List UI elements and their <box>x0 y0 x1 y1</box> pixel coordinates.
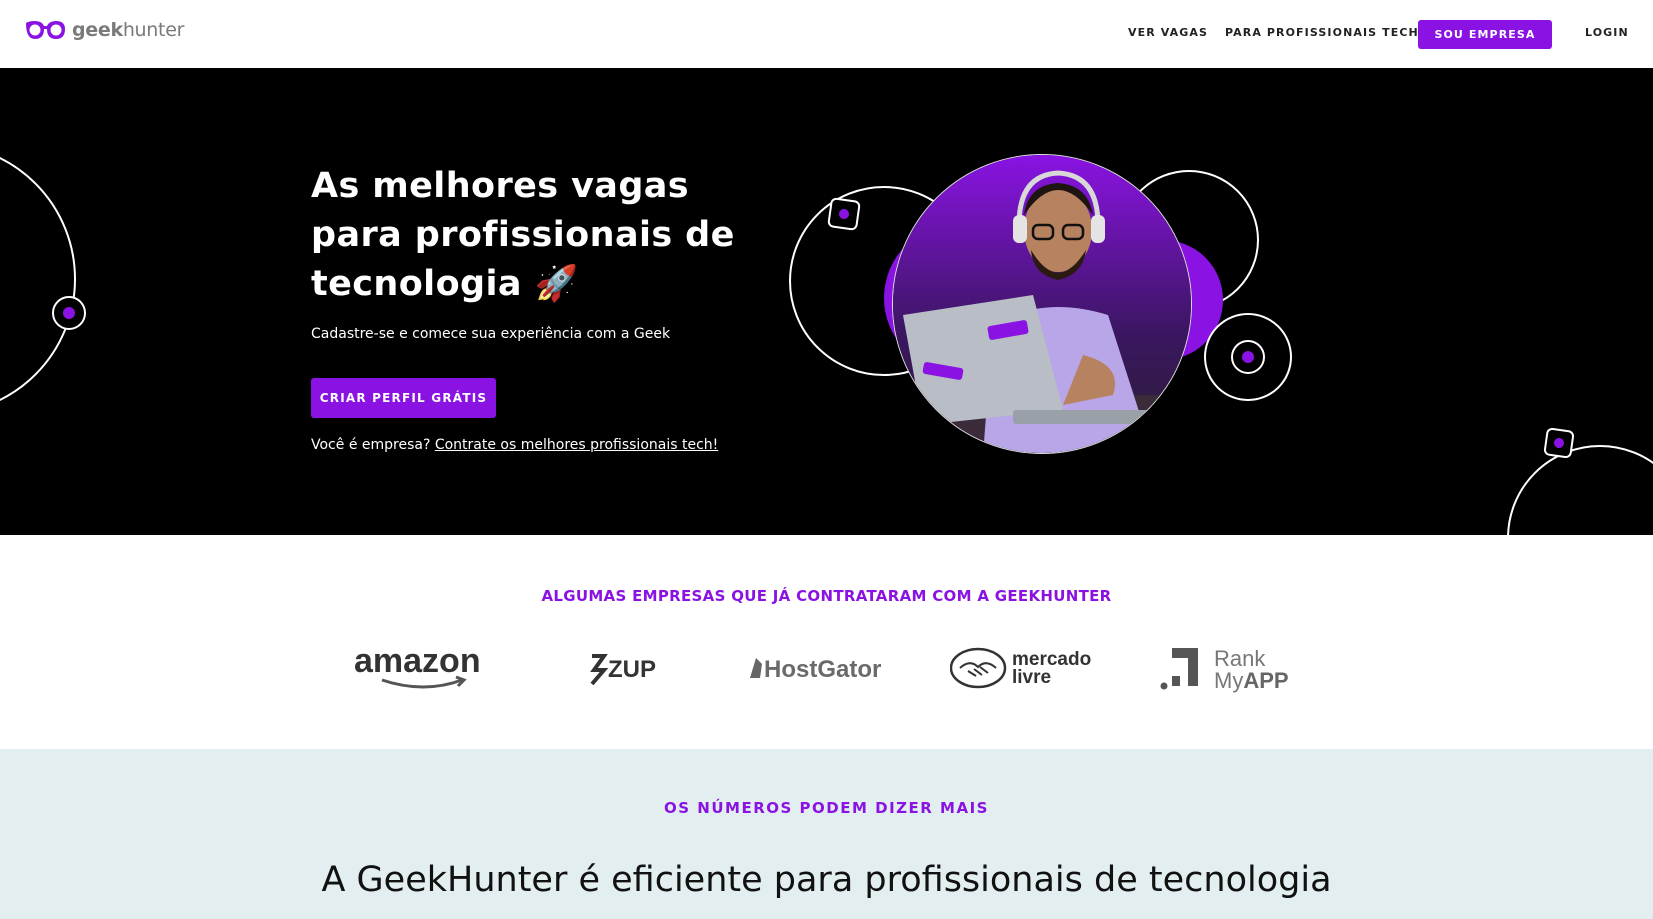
mercado-livre-logo: mercado livre <box>950 643 1102 693</box>
nav-link-profissionais-tech[interactable]: PARA PROFISSIONAIS TECH <box>1225 26 1419 39</box>
amazon-logo: amazon <box>354 643 486 693</box>
hostgator-logo-icon: HostGator <box>750 656 881 683</box>
top-navbar: geekhunter VER VAGAS PARA PROFISSIONAIS … <box>0 0 1653 68</box>
nav-link-ver-vagas[interactable]: VER VAGAS <box>1128 26 1208 39</box>
zup-logo-icon: ZUP <box>590 654 656 686</box>
numbers-section: OS NÚMEROS PODEM DIZER MAIS A GeekHunter… <box>0 749 1653 919</box>
brand-name: geekhunter <box>72 19 185 41</box>
rankmyapp-logo-icon: Rank MyAPP <box>1160 646 1289 693</box>
hero-subtitle: Cadastre-se e comece sua experiência com… <box>311 326 671 342</box>
geekhunter-logo-icon <box>26 21 65 39</box>
hire-talent-link[interactable]: Contrate os melhores profissionais tech! <box>435 437 718 453</box>
mercado-livre-logo-icon: mercado livre <box>950 647 1091 689</box>
svg-text:ZUP: ZUP <box>608 656 656 683</box>
rankmyapp-logo: Rank MyAPP <box>1158 643 1296 693</box>
svg-text:MyAPP: MyAPP <box>1214 668 1289 693</box>
svg-text:HostGator: HostGator <box>764 656 881 683</box>
person-with-laptop-illustration <box>893 155 1191 453</box>
sou-empresa-button[interactable]: SOU EMPRESA <box>1418 20 1552 49</box>
numbers-kicker: OS NÚMEROS PODEM DIZER MAIS <box>664 799 989 817</box>
hero-section: As melhores vagas para profissionais de … <box>0 68 1653 535</box>
amazon-logo-icon: amazon <box>354 644 481 689</box>
hero-person-photo <box>892 154 1192 454</box>
svg-text:livre: livre <box>1012 667 1051 688</box>
clients-section: ALGUMAS EMPRESAS QUE JÁ CONTRATARAM COM … <box>0 535 1653 749</box>
create-profile-button[interactable]: CRIAR PERFIL GRÁTIS <box>311 378 496 418</box>
numbers-title: A GeekHunter é eficiente para profission… <box>321 860 1332 900</box>
geekhunter-logo[interactable]: geekhunter <box>23 17 184 43</box>
hero-company-line: Você é empresa? Contrate os melhores pro… <box>311 437 718 453</box>
hero-decoration <box>0 156 1653 535</box>
zup-logo: ZUP <box>586 643 658 693</box>
login-link[interactable]: LOGIN <box>1585 26 1629 39</box>
clients-title: ALGUMAS EMPRESAS QUE JÁ CONTRATARAM COM … <box>541 587 1112 605</box>
company-prompt: Você é empresa? <box>311 437 431 453</box>
svg-text:amazon: amazon <box>354 644 481 680</box>
hostgator-logo: HostGator <box>746 643 902 693</box>
hero-title: As melhores vagas para profissionais de … <box>311 166 735 304</box>
